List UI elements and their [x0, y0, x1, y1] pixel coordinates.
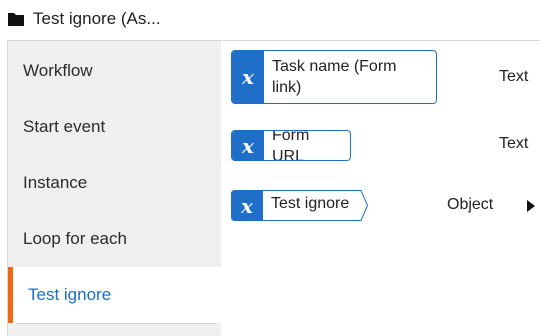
sidebar-item-label: Start event [23, 117, 106, 136]
sidebar-item-label: Test ignore [28, 285, 112, 304]
expand-arrow-icon[interactable] [527, 200, 535, 212]
sidebar-item-loop-for-each[interactable]: Loop for each [8, 211, 221, 267]
variable-list: x Task name (Form link) Text x Form URL … [221, 41, 540, 336]
variable-chip-form-url[interactable]: x Form URL [231, 130, 351, 161]
variable-chip-test-ignore[interactable]: x Test ignore [231, 190, 369, 221]
header: Test ignore (As... [0, 0, 540, 38]
page-title: Test ignore (As... [33, 9, 161, 28]
variable-name: Form URL [272, 130, 310, 161]
variable-type: Text [499, 135, 529, 152]
variable-name: Test ignore [271, 195, 350, 212]
variable-name: Task name (Form link) [272, 58, 397, 96]
sidebar-item-label: Instance [23, 173, 88, 192]
variable-chip-task-name[interactable]: x Task name (Form link) [231, 50, 437, 104]
sidebar-item-label: Loop for each [23, 229, 127, 248]
variable-icon: x [232, 131, 264, 160]
sidebar: Workflow Start event Instance Loop for e… [8, 41, 221, 336]
variable-icon: x [232, 51, 264, 103]
sidebar-item-workflow[interactable]: Workflow [8, 43, 221, 99]
variable-type: Object [447, 196, 494, 213]
variable-picker-panel: Workflow Start event Instance Loop for e… [7, 40, 540, 336]
variable-icon: x [241, 193, 253, 218]
sidebar-item-instance[interactable]: Instance [8, 155, 221, 211]
folder-icon [8, 12, 24, 26]
sidebar-item-label: Workflow [23, 61, 93, 80]
variable-type: Text [499, 68, 529, 85]
sidebar-item-start-event[interactable]: Start event [8, 99, 221, 155]
sidebar-item-test-ignore[interactable]: Test ignore [8, 267, 221, 323]
divider [16, 323, 216, 324]
